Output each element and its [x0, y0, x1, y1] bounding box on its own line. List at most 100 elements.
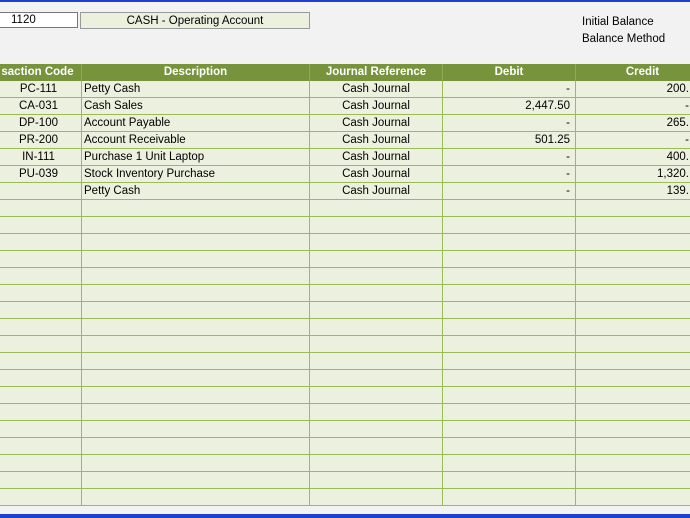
journal-reference-cell[interactable] — [310, 489, 443, 506]
debit-cell[interactable] — [443, 404, 576, 421]
journal-reference-cell[interactable] — [310, 217, 443, 234]
transaction-code-cell[interactable] — [0, 217, 82, 234]
credit-cell[interactable] — [576, 353, 690, 370]
journal-reference-cell[interactable] — [310, 421, 443, 438]
journal-reference-cell[interactable]: Cash Journal — [310, 115, 443, 132]
journal-reference-cell[interactable] — [310, 302, 443, 319]
debit-cell[interactable] — [443, 370, 576, 387]
debit-cell[interactable] — [443, 302, 576, 319]
credit-cell[interactable] — [576, 200, 690, 217]
transaction-code-cell[interactable] — [0, 251, 82, 268]
credit-cell[interactable] — [576, 404, 690, 421]
transaction-code-cell[interactable] — [0, 285, 82, 302]
credit-cell[interactable] — [576, 489, 690, 506]
debit-cell[interactable] — [443, 268, 576, 285]
debit-cell[interactable] — [443, 353, 576, 370]
journal-reference-cell[interactable] — [310, 319, 443, 336]
debit-cell[interactable] — [443, 489, 576, 506]
journal-reference-cell[interactable]: Cash Journal — [310, 132, 443, 149]
transaction-code-cell[interactable] — [0, 455, 82, 472]
journal-reference-cell[interactable] — [310, 200, 443, 217]
transaction-code-cell[interactable] — [0, 421, 82, 438]
description-cell[interactable] — [82, 251, 310, 268]
credit-cell[interactable]: - — [576, 98, 690, 115]
journal-reference-cell[interactable] — [310, 455, 443, 472]
description-cell[interactable] — [82, 370, 310, 387]
description-cell[interactable] — [82, 268, 310, 285]
transaction-code-cell[interactable]: CA-031 — [0, 98, 82, 115]
header-description[interactable]: Description — [82, 64, 310, 81]
debit-cell[interactable] — [443, 217, 576, 234]
transaction-code-cell[interactable]: PC-111 — [0, 81, 82, 98]
description-cell[interactable] — [82, 302, 310, 319]
description-cell[interactable]: Account Payable — [82, 115, 310, 132]
debit-cell[interactable]: - — [443, 149, 576, 166]
journal-reference-cell[interactable] — [310, 336, 443, 353]
description-cell[interactable] — [82, 421, 310, 438]
description-cell[interactable] — [82, 387, 310, 404]
journal-reference-cell[interactable] — [310, 404, 443, 421]
description-cell[interactable] — [82, 336, 310, 353]
debit-cell[interactable] — [443, 387, 576, 404]
journal-reference-cell[interactable]: Cash Journal — [310, 98, 443, 115]
credit-cell[interactable] — [576, 438, 690, 455]
debit-cell[interactable]: 501.25 — [443, 132, 576, 149]
credit-cell[interactable] — [576, 268, 690, 285]
transaction-code-cell[interactable] — [0, 353, 82, 370]
description-cell[interactable] — [82, 438, 310, 455]
transaction-code-cell[interactable] — [0, 336, 82, 353]
credit-cell[interactable] — [576, 234, 690, 251]
credit-cell[interactable]: - — [576, 132, 690, 149]
credit-cell[interactable]: 200. — [576, 81, 690, 98]
transaction-code-cell[interactable]: DP-100 — [0, 115, 82, 132]
header-credit[interactable]: Credit — [576, 64, 690, 81]
debit-cell[interactable] — [443, 421, 576, 438]
description-cell[interactable]: Account Receivable — [82, 132, 310, 149]
transaction-code-cell[interactable]: PU-039 — [0, 166, 82, 183]
debit-cell[interactable] — [443, 234, 576, 251]
transaction-code-cell[interactable]: PR-200 — [0, 132, 82, 149]
credit-cell[interactable]: 400. — [576, 149, 690, 166]
debit-cell[interactable] — [443, 455, 576, 472]
debit-cell[interactable] — [443, 336, 576, 353]
credit-cell[interactable] — [576, 302, 690, 319]
credit-cell[interactable] — [576, 421, 690, 438]
transaction-code-cell[interactable] — [0, 319, 82, 336]
transaction-code-cell[interactable] — [0, 234, 82, 251]
description-cell[interactable] — [82, 285, 310, 302]
credit-cell[interactable] — [576, 370, 690, 387]
journal-reference-cell[interactable]: Cash Journal — [310, 166, 443, 183]
journal-reference-cell[interactable] — [310, 285, 443, 302]
description-cell[interactable]: Purchase 1 Unit Laptop — [82, 149, 310, 166]
journal-reference-cell[interactable] — [310, 438, 443, 455]
journal-reference-cell[interactable]: Cash Journal — [310, 183, 443, 200]
debit-cell[interactable]: - — [443, 115, 576, 132]
debit-cell[interactable] — [443, 285, 576, 302]
transaction-code-cell[interactable] — [0, 370, 82, 387]
journal-reference-cell[interactable] — [310, 370, 443, 387]
credit-cell[interactable]: 265. — [576, 115, 690, 132]
credit-cell[interactable] — [576, 251, 690, 268]
transaction-code-cell[interactable] — [0, 183, 82, 200]
description-cell[interactable] — [82, 353, 310, 370]
journal-reference-cell[interactable] — [310, 251, 443, 268]
transaction-code-cell[interactable] — [0, 404, 82, 421]
description-cell[interactable]: Petty Cash — [82, 183, 310, 200]
description-cell[interactable] — [82, 319, 310, 336]
journal-reference-cell[interactable] — [310, 387, 443, 404]
credit-cell[interactable]: 1,320. — [576, 166, 690, 183]
transaction-code-cell[interactable] — [0, 438, 82, 455]
transaction-code-cell[interactable] — [0, 268, 82, 285]
credit-cell[interactable] — [576, 336, 690, 353]
description-cell[interactable]: Petty Cash — [82, 81, 310, 98]
transaction-code-cell[interactable] — [0, 472, 82, 489]
journal-reference-cell[interactable] — [310, 268, 443, 285]
header-debit[interactable]: Debit — [443, 64, 576, 81]
transaction-code-cell[interactable]: IN-111 — [0, 149, 82, 166]
transaction-code-cell[interactable] — [0, 387, 82, 404]
credit-cell[interactable] — [576, 472, 690, 489]
credit-cell[interactable]: 139. — [576, 183, 690, 200]
description-cell[interactable] — [82, 234, 310, 251]
transaction-code-cell[interactable] — [0, 200, 82, 217]
description-cell[interactable] — [82, 217, 310, 234]
